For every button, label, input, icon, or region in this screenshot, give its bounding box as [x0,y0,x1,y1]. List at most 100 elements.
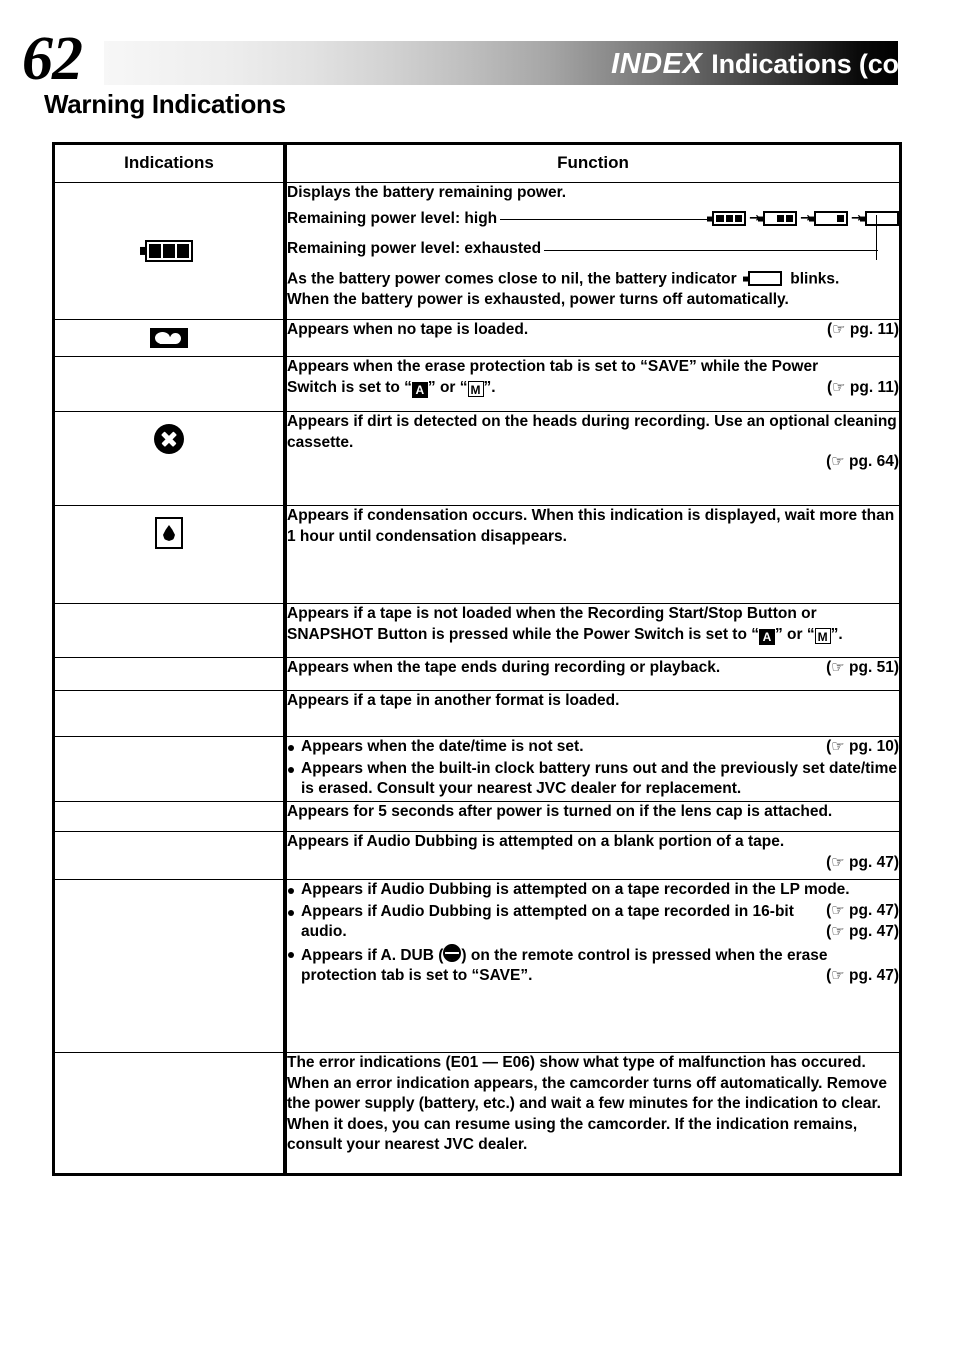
battery-blink-text-a: As the battery power comes close to nil,… [287,270,737,288]
battery-sequence: → → → [712,211,899,227]
function-text: Appears if Audio Dubbing is attempted on… [287,833,785,850]
function-text: Appears for 5 seconds after power is tur… [287,803,833,820]
page-number: 62 [22,25,83,93]
cassette-no-tape-icon [150,328,188,348]
indication-cell [53,831,287,880]
table-row: Appears if dirt is detected on the heads… [53,411,901,506]
battery-blink-note: As the battery power comes close to nil,… [287,269,899,290]
function-text-line-b: Switch is set to “A” or “M”. [287,378,496,398]
pointing-hand-icon: ☞ [831,922,845,941]
battery-exhausted-row: Remaining power level: exhausted [287,239,899,260]
indication-cell [53,690,287,737]
column-header-function: Function [284,143,901,183]
function-text: Appears when the tape ends during record… [287,659,721,676]
battery-high-label: Remaining power level: high [287,209,498,227]
page-reference: (☞ pg. 64) [826,452,899,471]
power-switch-auto-icon: A [758,628,775,645]
list-item: Appears if Audio Dubbing is attempted on… [287,880,899,919]
function-cell: Appears if Audio Dubbing is attempted on… [284,831,901,880]
pointing-hand-icon: ☞ [832,320,846,338]
battery-3-bars-icon [712,211,747,227]
table-row: Appears if a tape in another format is l… [53,690,901,737]
battery-empty-inline-icon [747,269,782,290]
table-row: Appears for 5 seconds after power is tur… [53,801,901,832]
header-subtitle: Indications (cont.) [711,48,940,79]
indication-cell [53,319,287,357]
function-cell: Appears if a tape in another format is l… [284,690,901,737]
battery-high-row: Remaining power level: high → → → [287,209,899,230]
page-reference: (☞ pg. 51) [826,658,899,676]
page-reference: (☞ pg. 47) [826,922,899,941]
function-text-pre: Appears if A. DUB ( [301,946,444,964]
battery-full-icon [145,240,193,262]
battery-blink-text-b: blinks. [790,270,840,288]
page-reference: (☞ pg. 47) [826,852,899,871]
column-header-indications: Indications [53,143,287,183]
list-item: Appears when the built-in clock battery … [287,759,899,800]
pointing-hand-icon: ☞ [831,452,845,471]
function-line: Appears when the date/time is not set. (… [301,737,899,758]
power-switch-auto-icon: A [411,381,428,398]
leader-vertical-connector [876,215,877,260]
table-row: Appears when no tape is loaded. (☞ pg. 1… [53,319,901,357]
function-line: Switch is set to “A” or “M”. (☞ pg. 11) [287,378,899,399]
table-header-row: Indications Function [53,143,901,183]
function-cell: Appears when the tape ends during record… [284,657,901,691]
indication-cell [53,801,287,832]
pointing-hand-icon: ☞ [832,377,846,396]
page-reference-wrap: (☞ pg. 64) [287,452,899,473]
function-line: Appears when the tape ends during record… [287,658,899,679]
table-row: Appears if a tape is not loaded when the… [53,603,901,658]
function-text: Appears if Audio Dubbing is attempted on… [301,881,850,898]
function-line: Appears if Audio Dubbing is attempted on… [301,880,899,919]
cassette-no-tape-icon-wrap [55,320,283,356]
function-cell: Displays the battery remaining power. Re… [284,182,901,320]
table-row: Appears when the date/time is not set. (… [53,736,901,802]
page-title: Warning Indications [44,89,286,119]
function-line: Appears if Audio Dubbing is attempted on… [301,902,899,943]
function-text-line-a: Appears when the erase protection tab is… [287,358,819,375]
indication-cell [53,603,287,658]
function-cell: Appears when the erase protection tab is… [284,356,901,412]
table-row: Appears if condensation occurs. When thi… [53,505,901,604]
power-switch-manual-icon: M [467,380,484,397]
list-item: Appears if A. DUB () on the remote contr… [287,943,899,987]
battery-full-icon-wrap [55,183,283,319]
page-reference: (☞ pg. 11) [826,320,899,338]
function-text: The error indications (E01 — E06) show w… [287,1054,888,1154]
battery-empty-icon [865,211,899,227]
battery-autooff-note: When the battery power is exhausted, pow… [287,290,789,308]
battery-2-bars-icon [763,211,798,227]
pointing-hand-icon: ☞ [831,966,845,985]
table-row: Appears when the erase protection tab is… [53,356,901,412]
table-row: The error indications (E01 — E06) show w… [53,1052,901,1175]
page-reference-wrap: (☞ pg. 47) [287,853,899,874]
table-row: Appears if Audio Dubbing is attempted on… [53,879,901,1053]
indication-cell [53,505,287,604]
function-cell: Appears when no tape is loaded. (☞ pg. 1… [284,319,901,357]
function-text: Appears when the date/time is not set. [301,738,584,755]
battery-1-bar-icon [814,211,849,227]
function-text: Appears if a tape in another format is l… [287,692,620,709]
function-text: Appears if condensation occurs. When thi… [287,507,895,545]
page-reference: (☞ pg. 10) [826,737,899,755]
condensation-dew-icon-wrap [55,506,283,614]
function-line: Appears when no tape is loaded. (☞ pg. 1… [287,320,899,341]
indication-cell [53,182,287,320]
function-text: Appears if dirt is detected on the heads… [287,413,897,451]
battery-exhausted-label: Remaining power level: exhausted [287,240,542,258]
indication-cell [53,1052,287,1175]
table-row: Appears if Audio Dubbing is attempted on… [53,831,901,880]
page-header: 62 INDEX Indications (cont.) [0,25,954,93]
list-item: Appears if Audio Dubbing is attempted on… [287,902,899,943]
function-cell: Appears if Audio Dubbing is attempted on… [284,879,901,1053]
header-title: INDEX Indications (cont.) [611,42,940,86]
list-item: Appears when the date/time is not set. (… [287,737,899,758]
warning-indications-table: Indications Function Displays the batter… [52,142,902,1176]
function-bullet-list: Appears if Audio Dubbing is attempted on… [287,880,899,987]
function-text-line-b: SNAPSHOT Button is pressed while the Pow… [287,625,843,645]
header-index-label: INDEX [611,47,703,80]
function-text: Appears if Audio Dubbing is attempted on… [301,902,794,941]
function-cell: Appears if condensation occurs. When thi… [284,505,901,604]
function-text: Appears when the built-in clock battery … [301,759,898,798]
